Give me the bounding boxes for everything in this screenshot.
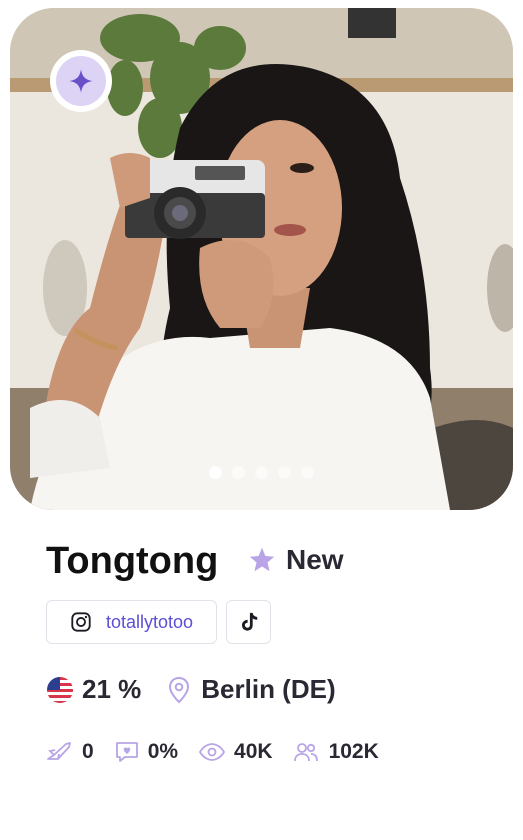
carousel-dot[interactable] — [301, 466, 314, 479]
carousel-dot[interactable] — [255, 466, 268, 479]
eye-icon — [199, 743, 226, 761]
instagram-link[interactable]: totallytotoo — [46, 600, 217, 644]
stats-row: 0 0% 40K 102K — [46, 740, 379, 764]
boosts-count: 0 — [82, 740, 94, 763]
instagram-icon — [71, 612, 91, 632]
featured-badge — [50, 50, 112, 112]
sparkle-icon — [56, 56, 106, 106]
profile-photo[interactable] — [10, 8, 513, 510]
new-tag: New — [248, 544, 344, 576]
profile-name: Tongtong — [46, 540, 219, 582]
new-tag-label: New — [286, 544, 344, 575]
carousel-dot[interactable] — [278, 466, 291, 479]
carousel-dot[interactable] — [232, 466, 245, 479]
us-audience-percent: 21 % — [82, 674, 142, 704]
carousel-dots — [10, 466, 513, 479]
audience-row: 21 % Berlin (DE) — [46, 674, 336, 705]
location-pin-icon — [169, 676, 190, 703]
response-rate: 0% — [147, 740, 179, 763]
carousel-dot[interactable] — [209, 466, 222, 479]
instagram-handle[interactable]: totallytotoo — [106, 612, 193, 633]
tiktok-link[interactable] — [226, 600, 271, 644]
users-icon — [293, 743, 318, 762]
us-flag-icon — [47, 676, 73, 703]
views-count: 40K — [234, 740, 273, 763]
rocket-icon — [47, 742, 71, 760]
chat-heart-icon — [115, 742, 138, 762]
star-icon — [249, 547, 275, 572]
tiktok-icon — [241, 612, 257, 631]
location-text: Berlin (DE) — [201, 674, 336, 704]
followers-count: 102K — [328, 740, 379, 763]
